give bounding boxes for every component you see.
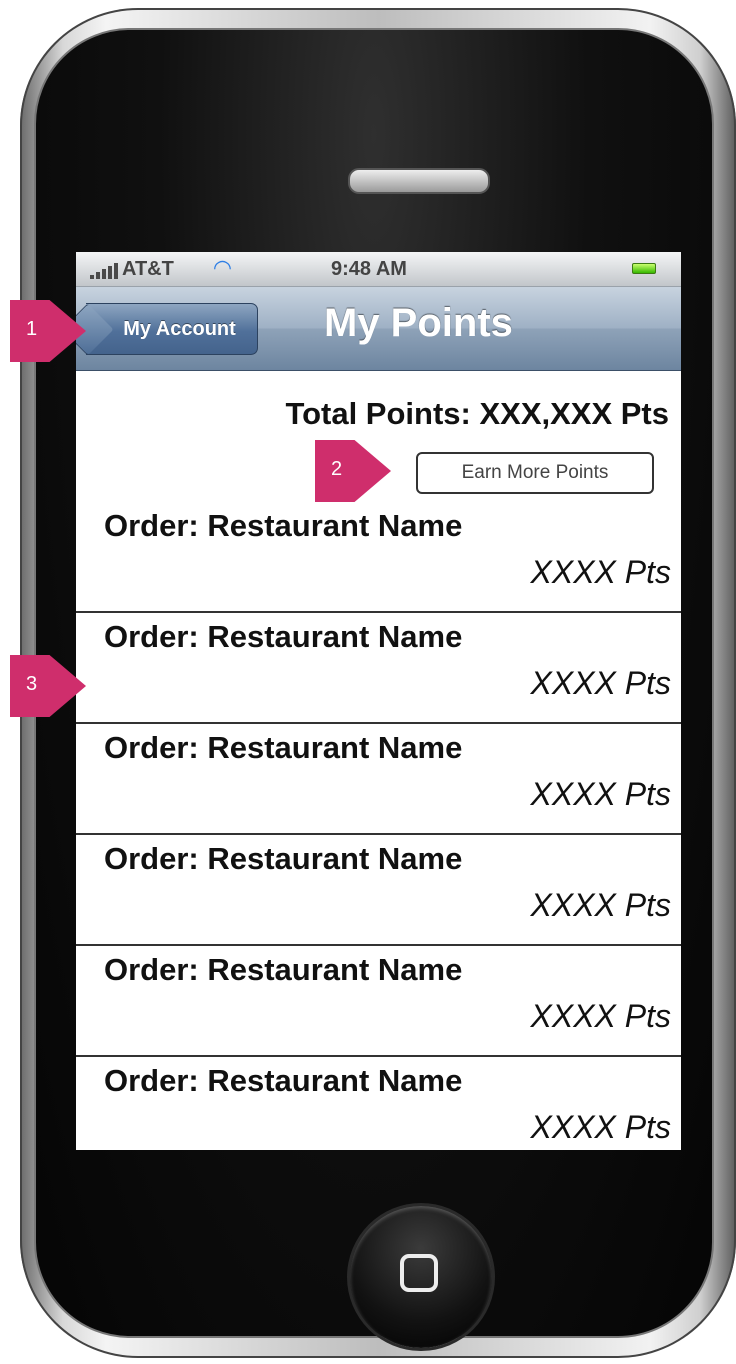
order-points: XXXX Pts bbox=[530, 998, 672, 1034]
order-points: XXXX Pts bbox=[530, 665, 672, 701]
order-row[interactable]: Order: Restaurant Name XXXX Pts bbox=[76, 613, 681, 724]
annotation-number: 3 bbox=[26, 673, 38, 695]
battery-icon bbox=[632, 263, 656, 274]
order-restaurant-name: Order: Restaurant Name bbox=[104, 619, 463, 654]
orders-list: Order: Restaurant Name XXXX Pts Order: R… bbox=[76, 502, 681, 1150]
status-bar: AT&T ◠ 9:48 AM bbox=[76, 252, 681, 287]
order-restaurant-name: Order: Restaurant Name bbox=[104, 952, 463, 987]
order-restaurant-name: Order: Restaurant Name bbox=[104, 841, 463, 876]
back-button-label: My Account bbox=[123, 317, 236, 340]
order-row[interactable]: Order: Restaurant Name XXXX Pts bbox=[76, 724, 681, 835]
order-restaurant-name: Order: Restaurant Name bbox=[104, 1063, 463, 1098]
order-points: XXXX Pts bbox=[530, 554, 672, 590]
phone-screen: AT&T ◠ 9:48 AM My Account My Points Tota… bbox=[76, 252, 681, 1150]
total-points-label: Total Points: XXX,XXX Pts bbox=[285, 396, 669, 431]
order-row[interactable]: Order: Restaurant Name XXXX Pts bbox=[76, 502, 681, 613]
back-button-my-account[interactable]: My Account bbox=[86, 303, 258, 355]
order-points: XXXX Pts bbox=[530, 887, 672, 923]
order-restaurant-name: Order: Restaurant Name bbox=[104, 508, 463, 543]
annotation-number: 1 bbox=[26, 318, 38, 340]
order-row[interactable]: Order: Restaurant Name XXXX Pts bbox=[76, 835, 681, 946]
home-button[interactable] bbox=[350, 1206, 492, 1348]
order-restaurant-name: Order: Restaurant Name bbox=[104, 730, 463, 765]
wifi-icon: ◠ bbox=[214, 255, 231, 280]
order-row[interactable]: Order: Restaurant Name XXXX Pts bbox=[76, 1057, 681, 1150]
order-row[interactable]: Order: Restaurant Name XXXX Pts bbox=[76, 946, 681, 1057]
navigation-bar: My Account My Points bbox=[76, 287, 681, 371]
carrier-label: AT&T bbox=[122, 258, 174, 280]
order-points: XXXX Pts bbox=[530, 1109, 672, 1145]
annotation-number: 2 bbox=[331, 458, 343, 480]
speaker-grille bbox=[348, 168, 490, 194]
earn-more-points-button[interactable]: Earn More Points bbox=[416, 452, 654, 494]
home-button-icon bbox=[400, 1254, 438, 1292]
page-title: My Points bbox=[324, 301, 513, 345]
order-points: XXXX Pts bbox=[530, 776, 672, 812]
status-time: 9:48 AM bbox=[331, 258, 407, 280]
